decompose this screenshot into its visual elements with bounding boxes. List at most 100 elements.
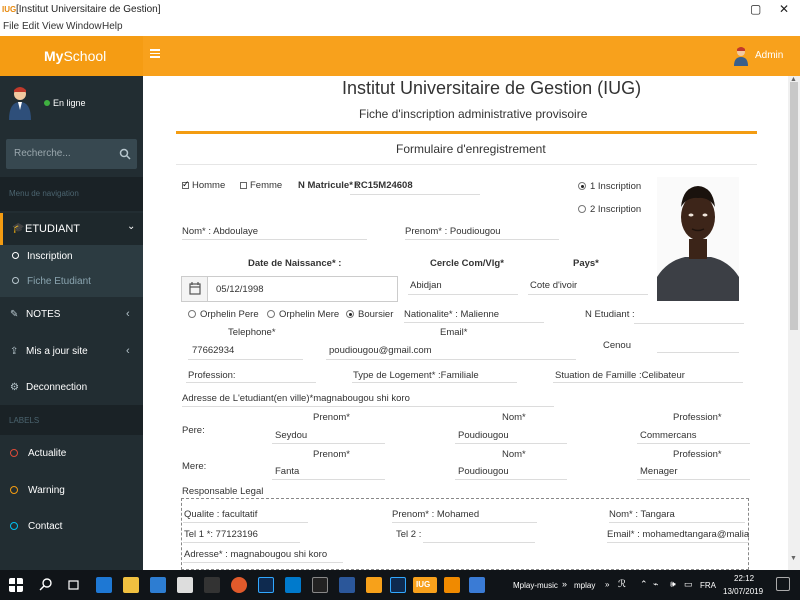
dob-input[interactable]: 05/12/1998: [181, 276, 398, 302]
clock-date[interactable]: 13/07/2019: [723, 587, 763, 596]
label-item-warning[interactable]: Warning: [10, 485, 65, 496]
email-value[interactable]: poudiougou@gmail.com: [329, 345, 432, 356]
sidebar-item-etudiant[interactable]: 🎓 ETUDIANT ⌄: [0, 213, 143, 245]
nom-field[interactable]: Nom* : Abdoulaye: [182, 226, 258, 237]
submenu-inscription[interactable]: Inscription: [12, 251, 73, 262]
pere-prenom[interactable]: Seydou: [275, 430, 307, 441]
homme-checkbox[interactable]: Homme: [182, 179, 225, 191]
logement-field[interactable]: Type de Logement* :Familiale: [353, 370, 479, 381]
mail-icon[interactable]: [177, 577, 193, 593]
tray-chevron-up-icon[interactable]: ⌃: [640, 579, 648, 590]
vlc-icon[interactable]: [444, 577, 460, 593]
sidebar-item-mis-a-jour[interactable]: ⇪ Mis a jour site ‹: [0, 337, 143, 367]
mplay-label[interactable]: mplay: [574, 581, 595, 590]
mplay-music-label[interactable]: Mplay-music: [513, 581, 558, 590]
sidebar-item-notes[interactable]: ✎ NOTES ‹: [0, 300, 143, 330]
network-icon[interactable]: ⌁: [653, 579, 658, 590]
orphelin-pere-radio[interactable]: Orphelin Pere: [188, 309, 259, 320]
volume-icon[interactable]: 🕪: [670, 579, 676, 590]
word-icon[interactable]: [339, 577, 355, 593]
task-view-icon[interactable]: [66, 577, 82, 593]
tel1-field[interactable]: Tel 1 *: 77123196: [184, 529, 258, 540]
scroll-up-icon[interactable]: ▲: [790, 76, 797, 83]
scrollbar-thumb[interactable]: [790, 82, 798, 330]
submenu-fiche-etudiant[interactable]: Fiche Etudiant: [12, 276, 91, 287]
chrome-icon[interactable]: [231, 577, 247, 593]
language-indicator[interactable]: FRA: [700, 581, 716, 590]
nationalite-field[interactable]: Nationalite* : Malienne: [404, 309, 499, 320]
admin-avatar-icon[interactable]: [733, 46, 749, 66]
hamburger-menu-icon[interactable]: [150, 48, 160, 58]
menu-view[interactable]: View: [42, 21, 64, 32]
mere-label: Mere:: [182, 461, 207, 472]
pere-profession[interactable]: Commercans: [640, 430, 697, 441]
admin-label[interactable]: Admin: [755, 50, 783, 61]
pays-underline: [528, 294, 648, 295]
label-item-contact[interactable]: Contact: [10, 521, 62, 532]
mere-profession-underline: [637, 479, 750, 480]
resp-nom-field[interactable]: Nom* : Tangara: [609, 509, 675, 520]
resp-adresse-field[interactable]: Adresse* : magnabougou shi koro: [184, 549, 327, 560]
tel2-underline[interactable]: [423, 542, 535, 543]
sublime-text-icon[interactable]: [366, 577, 382, 593]
people-icon[interactable]: ℛ: [618, 579, 626, 590]
store-icon[interactable]: [150, 577, 166, 593]
menu-help[interactable]: Help: [102, 21, 123, 32]
cercle-value[interactable]: Abidjan: [410, 280, 442, 291]
file-explorer-icon[interactable]: [123, 577, 139, 593]
graduation-cap-icon: 🎓: [12, 223, 25, 234]
situation-field[interactable]: Stuation de Famille :Celibateur: [555, 370, 685, 381]
resp-email-underline: [607, 542, 749, 543]
profession-field[interactable]: Profession:: [188, 370, 236, 381]
windows-start-icon[interactable]: [9, 578, 23, 592]
terminal-icon[interactable]: [312, 577, 328, 593]
search-icon[interactable]: [119, 148, 131, 160]
menu-file[interactable]: File: [3, 21, 19, 32]
telephone-value[interactable]: 77662934: [192, 345, 234, 356]
resp-prenom-field[interactable]: Prenom* : Mohamed: [392, 509, 479, 520]
toolbar-expand-icon[interactable]: »: [605, 580, 609, 589]
photoshop-icon[interactable]: [390, 577, 406, 593]
battery-icon[interactable]: ▭: [684, 579, 693, 590]
window-titlebar: IUG [Institut Universitaire de Gestion] …: [0, 0, 800, 20]
chevron-double-right-icon[interactable]: »: [562, 579, 567, 589]
cercle-label: Cercle Com/Vlg*: [430, 258, 504, 269]
pays-value[interactable]: Cote d'ivoir: [530, 280, 577, 291]
femme-checkbox[interactable]: Femme: [240, 180, 282, 191]
n-etudiant-underline[interactable]: [634, 323, 744, 324]
prenom-field[interactable]: Prenom* : Poudiougou: [405, 226, 501, 237]
sidebar-search-input[interactable]: Recherche...: [6, 139, 137, 169]
mere-nom[interactable]: Poudiougou: [458, 466, 509, 477]
mere-prenom[interactable]: Fanta: [275, 466, 299, 477]
search-icon[interactable]: [38, 577, 54, 593]
restore-icon[interactable]: ▢: [750, 2, 761, 16]
edge-browser-icon[interactable]: [96, 577, 112, 593]
app-icon: IUG: [2, 5, 17, 14]
adresse-field[interactable]: Adresse de L'etudiant(en ville)*magnabou…: [182, 393, 410, 404]
cenou-underline[interactable]: [657, 352, 739, 353]
resp-email-field[interactable]: Email* : mohamedtangara@maliantu: [607, 529, 749, 540]
pere-label: Pere:: [182, 425, 205, 436]
media-app-icon[interactable]: [204, 577, 220, 593]
pere-nom[interactable]: Poudiougou: [458, 430, 509, 441]
scroll-down-icon[interactable]: ▼: [790, 555, 797, 562]
notifications-icon[interactable]: [776, 577, 790, 591]
sidebar-item-deconnection[interactable]: ⚙ Deconnection: [0, 373, 143, 403]
menu-window[interactable]: Window: [66, 21, 102, 32]
photoshop-icon[interactable]: [258, 577, 274, 593]
clock-time[interactable]: 22:12: [734, 574, 754, 583]
brand-logo[interactable]: MySchool: [0, 36, 143, 76]
mere-profession[interactable]: Menager: [640, 466, 678, 477]
inscription-2-radio[interactable]: 2 Inscription: [578, 204, 641, 215]
orphelin-mere-radio[interactable]: Orphelin Mere: [267, 309, 339, 320]
photos-icon[interactable]: [469, 577, 485, 593]
qualite-field[interactable]: Qualite : facultatif: [184, 509, 257, 520]
boursier-radio[interactable]: Boursier: [346, 309, 393, 320]
label-item-actualite[interactable]: Actualite: [10, 448, 66, 459]
iug-app-icon[interactable]: IUG: [413, 577, 437, 593]
vscode-icon[interactable]: [285, 577, 301, 593]
close-icon[interactable]: ✕: [779, 2, 789, 16]
inscription-1-radio[interactable]: 1 Inscription: [578, 181, 641, 192]
calendar-icon[interactable]: [182, 277, 208, 301]
menu-edit[interactable]: Edit: [22, 21, 39, 32]
